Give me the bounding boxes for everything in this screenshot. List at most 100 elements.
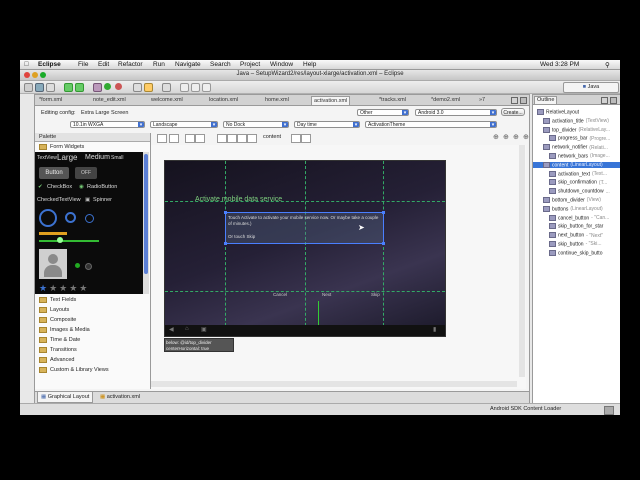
progress-small-icon[interactable] <box>85 214 94 223</box>
home-nav-icon[interactable]: ⌂ <box>185 326 189 332</box>
outline-item[interactable]: skip_confirmation (T... <box>549 179 607 186</box>
open-type-icon[interactable] <box>144 83 153 92</box>
external-tools-icon[interactable] <box>115 83 122 90</box>
menu-search[interactable]: Search <box>210 61 231 68</box>
tab-home-xml[interactable]: home.xml <box>263 96 291 104</box>
forward-icon[interactable] <box>202 83 211 92</box>
widget-checkedtextview[interactable]: CheckedTextView <box>37 197 81 203</box>
locale-dropdown[interactable]: Other <box>357 109 409 116</box>
maximize-editor-icon[interactable] <box>520 97 527 104</box>
outline-item[interactable]: activation_title (TextView) <box>543 117 609 124</box>
layout-vertical-icon[interactable] <box>185 134 195 143</box>
category-images-media[interactable]: Images & Media <box>39 326 143 335</box>
menu-project[interactable]: Project <box>240 61 260 68</box>
outline-item[interactable]: content (LinearLayout) <box>533 161 620 169</box>
zoom-out-icon[interactable]: ⊕ <box>493 133 499 141</box>
zoom-fit-icon[interactable]: ⊕ <box>513 133 519 141</box>
menu-refactor[interactable]: Refactor <box>118 61 143 68</box>
dock-dropdown[interactable]: No Dock <box>223 121 289 128</box>
outline-item[interactable]: skip_button - "Ski... <box>549 241 602 247</box>
tab-xml-source[interactable]: ▦ activation.xml <box>97 392 143 402</box>
menu-edit[interactable]: Edit <box>98 61 109 68</box>
new-java-project-icon[interactable] <box>133 83 142 92</box>
skip-button[interactable]: Skip <box>371 292 380 297</box>
rating-bar-icon[interactable]: ★★★★★ <box>39 283 89 294</box>
menu-run[interactable]: Run <box>153 61 165 68</box>
zoom-in-icon[interactable]: ⊕ <box>503 133 509 141</box>
run-icon[interactable] <box>104 83 111 90</box>
category-composite[interactable]: Composite <box>39 316 143 325</box>
target-dropdown[interactable]: Android 3.0 <box>415 109 497 116</box>
baseline-icon[interactable] <box>247 134 257 143</box>
category-time-date[interactable]: Time & Date <box>39 336 143 345</box>
tab-graphical-layout[interactable]: ▦ Graphical Layout <box>37 392 94 403</box>
zoom-reset-icon[interactable]: ⊕ <box>523 133 529 141</box>
outline-item[interactable]: continue_skip_butto <box>549 249 604 256</box>
theme-dropdown[interactable]: ActivationTheme <box>365 121 497 128</box>
tablet-preview[interactable]: Activate mobile data service Touch Activ… <box>164 160 446 337</box>
canvas-horizontal-scrollbar[interactable] <box>151 381 517 387</box>
progress-view-icon[interactable] <box>604 406 614 415</box>
tab-form-xml[interactable]: *form.xml <box>37 96 64 104</box>
resize-handle[interactable] <box>382 211 385 214</box>
outline-tab[interactable]: Outline <box>534 96 558 104</box>
cancel-button[interactable]: Cancel <box>273 292 287 297</box>
widget-button[interactable]: Button <box>39 167 69 179</box>
outline-item[interactable]: cancel_button - "Can... <box>549 214 609 221</box>
java-perspective-button[interactable]: ■ Java <box>563 82 619 93</box>
outline-item[interactable]: skip_button_for_star <box>549 223 605 230</box>
outline-item[interactable]: bottom_divider (View) <box>543 197 601 203</box>
avd-manager-icon[interactable] <box>75 83 84 92</box>
save-icon[interactable] <box>35 83 44 92</box>
outline-item[interactable]: network_bars (Image... <box>549 153 610 159</box>
apple-icon[interactable]:  <box>24 61 29 68</box>
tab-demo2-xml[interactable]: *demo2.xml <box>429 96 462 104</box>
screen-size-dropdown[interactable]: 10.1in WXGA <box>70 121 145 128</box>
outline-item[interactable]: shutdown_countdow... <box>549 188 610 195</box>
tab-welcome-xml[interactable]: welcome.xml <box>149 96 185 104</box>
android-sdk-icon[interactable] <box>64 83 73 92</box>
activation-title[interactable]: Activate mobile data service <box>195 196 282 203</box>
widget-medium-text[interactable]: Medium <box>85 154 110 161</box>
resize-handle[interactable] <box>224 211 227 214</box>
new-icon[interactable] <box>24 83 33 92</box>
progress-normal-icon[interactable] <box>65 212 76 223</box>
category-form-widgets[interactable]: Form Widgets <box>39 143 143 152</box>
debug-icon[interactable] <box>93 83 102 92</box>
daytime-dropdown[interactable]: Day time <box>294 121 360 128</box>
category-text-fields[interactable]: Text Fields <box>39 296 143 305</box>
menu-app[interactable]: Eclipse <box>38 61 61 68</box>
outline-item[interactable]: progress_bar (Progre... <box>549 135 610 142</box>
create-config-button[interactable]: Create... <box>501 108 525 116</box>
palette-scrollbar[interactable] <box>143 152 149 294</box>
resize-handle[interactable] <box>224 242 227 245</box>
quick-contact-icon[interactable] <box>39 249 67 279</box>
widget-large-text[interactable]: Large <box>57 153 77 162</box>
seekbar-icon[interactable] <box>39 240 99 242</box>
category-custom-library[interactable]: Custom & Library Views <box>39 366 143 375</box>
progress-large-icon[interactable] <box>39 209 57 227</box>
widget-toggle[interactable]: OFF <box>75 167 97 179</box>
widget-textview[interactable]: TextView <box>37 155 57 161</box>
toggle-height-icon[interactable] <box>169 134 179 143</box>
widget-checkbox[interactable]: CheckBox <box>47 184 72 190</box>
category-transitions[interactable]: Transitions <box>39 346 143 355</box>
distribute-icon[interactable] <box>301 134 311 143</box>
align-right-icon[interactable] <box>237 134 247 143</box>
recent-apps-icon[interactable]: ▣ <box>201 326 207 333</box>
tab-location-xml[interactable]: location.xml <box>207 96 240 104</box>
search-icon[interactable] <box>162 83 171 92</box>
outline-item[interactable]: activation_text (Text... <box>549 170 607 177</box>
menu-navigate[interactable]: Navigate <box>175 61 201 68</box>
back-nav-icon[interactable]: ◀ <box>169 326 174 333</box>
category-advanced[interactable]: Advanced <box>39 356 143 365</box>
widget-spinner[interactable]: Spinner <box>93 197 112 203</box>
tab-tracks-xml[interactable]: *tracks.xml <box>377 96 408 104</box>
clock[interactable]: Wed 3:28 PM <box>540 61 579 68</box>
layout-canvas[interactable]: Activate mobile data service Touch Activ… <box>151 145 526 389</box>
layout-horizontal-icon[interactable] <box>195 134 205 143</box>
outline-item[interactable]: next_button - "Next" <box>549 232 603 239</box>
progress-horizontal-icon[interactable] <box>39 232 67 235</box>
toggle-fill-icon[interactable] <box>157 134 167 143</box>
align-left-icon[interactable] <box>217 134 227 143</box>
